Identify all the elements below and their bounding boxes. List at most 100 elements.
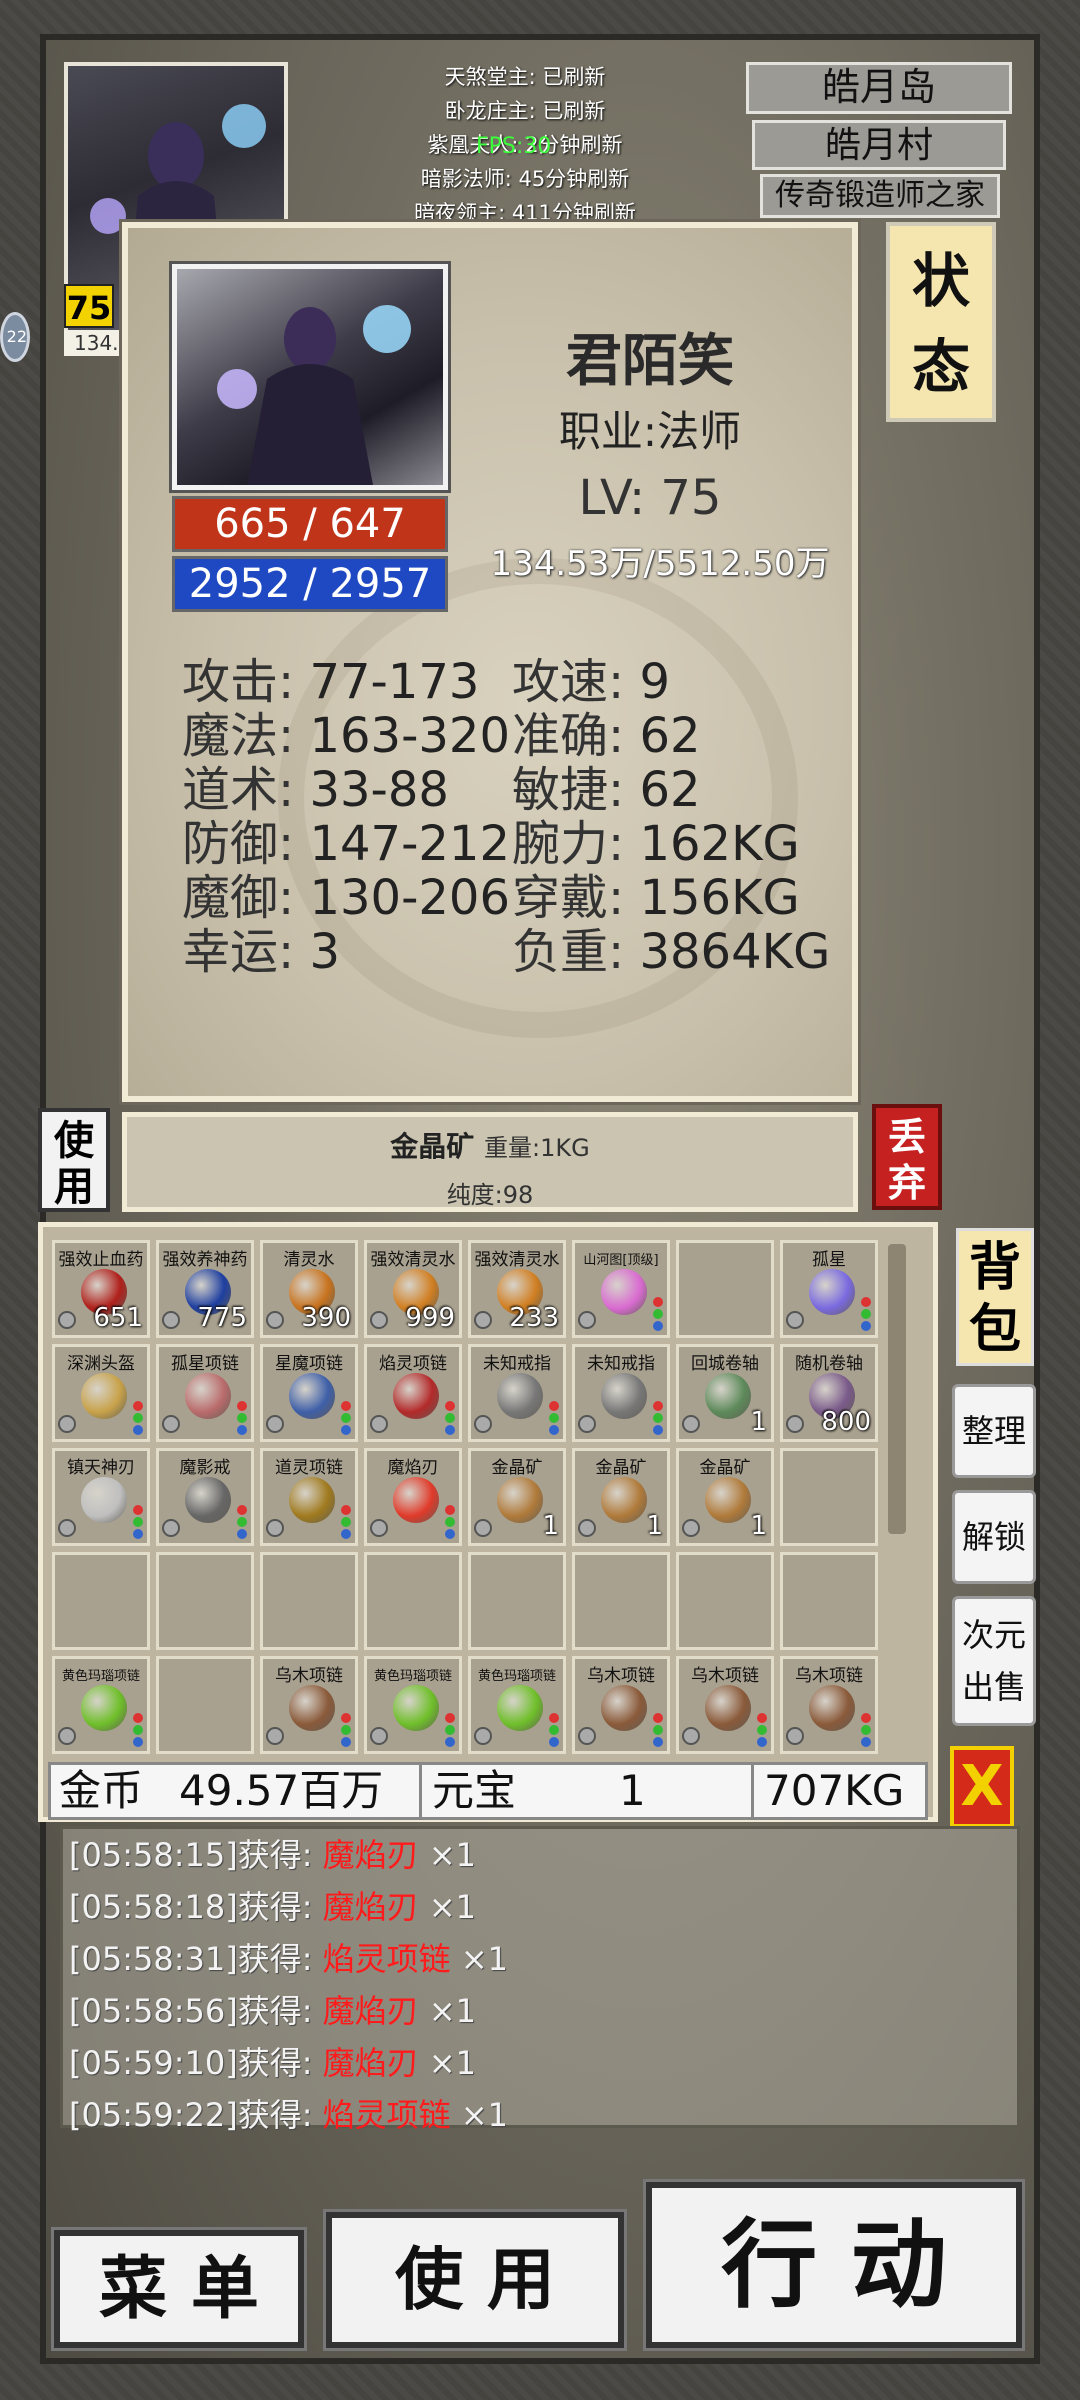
sort-button[interactable]: 整理: [952, 1384, 1036, 1478]
inventory-slot[interactable]: 魔影戒: [156, 1448, 254, 1546]
quality-dot: [237, 1413, 247, 1423]
quality-dot: [445, 1413, 455, 1423]
quality-dot: [549, 1425, 559, 1435]
inventory-slot-empty[interactable]: [52, 1552, 150, 1650]
log-time: [05:58:15]获得:: [69, 1836, 323, 1874]
tab-bag[interactable]: 背 包: [956, 1228, 1034, 1366]
location-village[interactable]: 皓月村: [752, 120, 1006, 170]
inventory-slot[interactable]: 孤星项链: [156, 1344, 254, 1442]
amulet-icon: [289, 1477, 335, 1523]
inventory-slot[interactable]: 回城卷轴 1: [676, 1344, 774, 1442]
inventory-slot-empty[interactable]: [156, 1656, 254, 1754]
bind-lock-icon: [474, 1519, 492, 1537]
quality-dots: [341, 1503, 351, 1539]
inventory-slot[interactable]: 强效养神药 775: [156, 1240, 254, 1338]
gold-label: 金币: [59, 1766, 144, 1815]
ring-icon: [497, 1373, 543, 1419]
quality-dots: [653, 1399, 663, 1435]
quality-dots: [653, 1295, 663, 1331]
use-char: 使: [54, 1118, 94, 1164]
log-time: [05:58:56]获得:: [69, 1992, 323, 2030]
character-level: LV: 75: [470, 470, 830, 526]
tab-bag-char: 包: [968, 1300, 1021, 1360]
inventory-slot[interactable]: 黄色玛瑙项链: [468, 1656, 566, 1754]
necklace-icon: [185, 1373, 231, 1419]
inventory-slot[interactable]: 未知戒指: [572, 1344, 670, 1442]
blade-icon: [81, 1477, 127, 1523]
stat-row: 魔御: 130-206: [182, 858, 510, 926]
tab-status[interactable]: 状 态: [886, 222, 996, 422]
exp-max: 5512.50万: [654, 544, 830, 584]
bind-lock-icon: [370, 1727, 388, 1745]
hp-value: 665: [214, 501, 291, 547]
inventory-slot[interactable]: 魔焰刃: [364, 1448, 462, 1546]
inventory-slot[interactable]: 强效止血药 651: [52, 1240, 150, 1338]
inventory-slot[interactable]: 道灵项链: [260, 1448, 358, 1546]
log-qty: ×1: [418, 1992, 477, 2030]
inventory-slot[interactable]: 黄色玛瑙项链: [52, 1656, 150, 1754]
inventory-slot[interactable]: 金晶矿 1: [572, 1448, 670, 1546]
inventory-slot[interactable]: 强效清灵水 233: [468, 1240, 566, 1338]
use-button[interactable]: 使 用: [323, 2209, 627, 2351]
side-float-badge[interactable]: 22: [0, 312, 30, 362]
inventory-slot[interactable]: 随机卷轴 800: [780, 1344, 878, 1442]
log-qty: ×1: [418, 1888, 477, 1926]
inventory-slot[interactable]: 黄色玛瑙项链: [364, 1656, 462, 1754]
close-bag-button[interactable]: X: [950, 1746, 1014, 1828]
inventory-slot[interactable]: 金晶矿 1: [676, 1448, 774, 1546]
ring-icon: [601, 1373, 647, 1419]
dimension-sell-button[interactable]: 次元出售: [952, 1596, 1036, 1726]
log-line: [05:59:10]获得: 魔焰刃 ×1: [63, 2037, 1017, 2089]
quality-dot: [445, 1713, 455, 1723]
item-count: 390: [301, 1303, 351, 1333]
tab-bag-char: 背: [968, 1238, 1021, 1298]
inventory-slot[interactable]: 强效清灵水 999: [364, 1240, 462, 1338]
inventory-slot-empty[interactable]: [780, 1448, 878, 1546]
inventory-slot[interactable]: 金晶矿 1: [468, 1448, 566, 1546]
ore-icon: [497, 1477, 543, 1523]
bind-lock-icon: [786, 1311, 804, 1329]
inventory-slot[interactable]: 乌木项链: [780, 1656, 878, 1754]
inventory-slot-empty[interactable]: [156, 1552, 254, 1650]
quality-dots: [341, 1399, 351, 1435]
action-button[interactable]: 行 动: [643, 2179, 1025, 2351]
bind-lock-icon: [266, 1727, 284, 1745]
inventory-slot[interactable]: 星魔项链: [260, 1344, 358, 1442]
inventory-slot[interactable]: 乌木项链: [676, 1656, 774, 1754]
inventory-slot[interactable]: 乌木项链: [572, 1656, 670, 1754]
inventory-slot[interactable]: 山河图[顶级]: [572, 1240, 670, 1338]
inventory-slot[interactable]: 清灵水 390: [260, 1240, 358, 1338]
drop-item-button[interactable]: 丢 弃: [872, 1104, 942, 1210]
quality-dot: [237, 1425, 247, 1435]
quality-dot: [237, 1529, 247, 1539]
inventory-slot-empty[interactable]: [260, 1552, 358, 1650]
bind-lock-icon: [266, 1311, 284, 1329]
inventory-slot-empty[interactable]: [364, 1552, 462, 1650]
inventory-slot-empty[interactable]: [468, 1552, 566, 1650]
inventory-slot[interactable]: 镇天神刃: [52, 1448, 150, 1546]
quality-dots: [445, 1711, 455, 1747]
stat-row: 魔法: 163-320: [182, 696, 510, 764]
inventory-slot[interactable]: 深渊头盔: [52, 1344, 150, 1442]
inventory-slot[interactable]: 孤星: [780, 1240, 878, 1338]
inventory-scrollbar[interactable]: [888, 1244, 906, 1534]
location-forge-house[interactable]: 传奇锻造师之家: [760, 174, 1000, 218]
quality-dot: [445, 1401, 455, 1411]
inventory-slot[interactable]: 焰灵项链: [364, 1344, 462, 1442]
inventory-slot-empty[interactable]: [676, 1552, 774, 1650]
menu-button[interactable]: 菜 单: [51, 2227, 307, 2351]
item-name: 焰灵项链: [379, 1354, 447, 1374]
inventory-slot[interactable]: 未知戒指: [468, 1344, 566, 1442]
inventory-slot-empty[interactable]: [780, 1552, 878, 1650]
inventory-slot[interactable]: 乌木项链: [260, 1656, 358, 1754]
use-item-button[interactable]: 使 用: [38, 1108, 110, 1212]
quality-dot: [757, 1725, 767, 1735]
quality-dot: [549, 1401, 559, 1411]
unlock-button[interactable]: 解锁: [952, 1490, 1036, 1584]
quality-dot: [653, 1725, 663, 1735]
quality-dot: [861, 1737, 871, 1747]
location-island[interactable]: 皓月岛: [746, 62, 1012, 114]
bind-lock-icon: [474, 1727, 492, 1745]
inventory-slot-empty[interactable]: [676, 1240, 774, 1338]
inventory-slot-empty[interactable]: [572, 1552, 670, 1650]
